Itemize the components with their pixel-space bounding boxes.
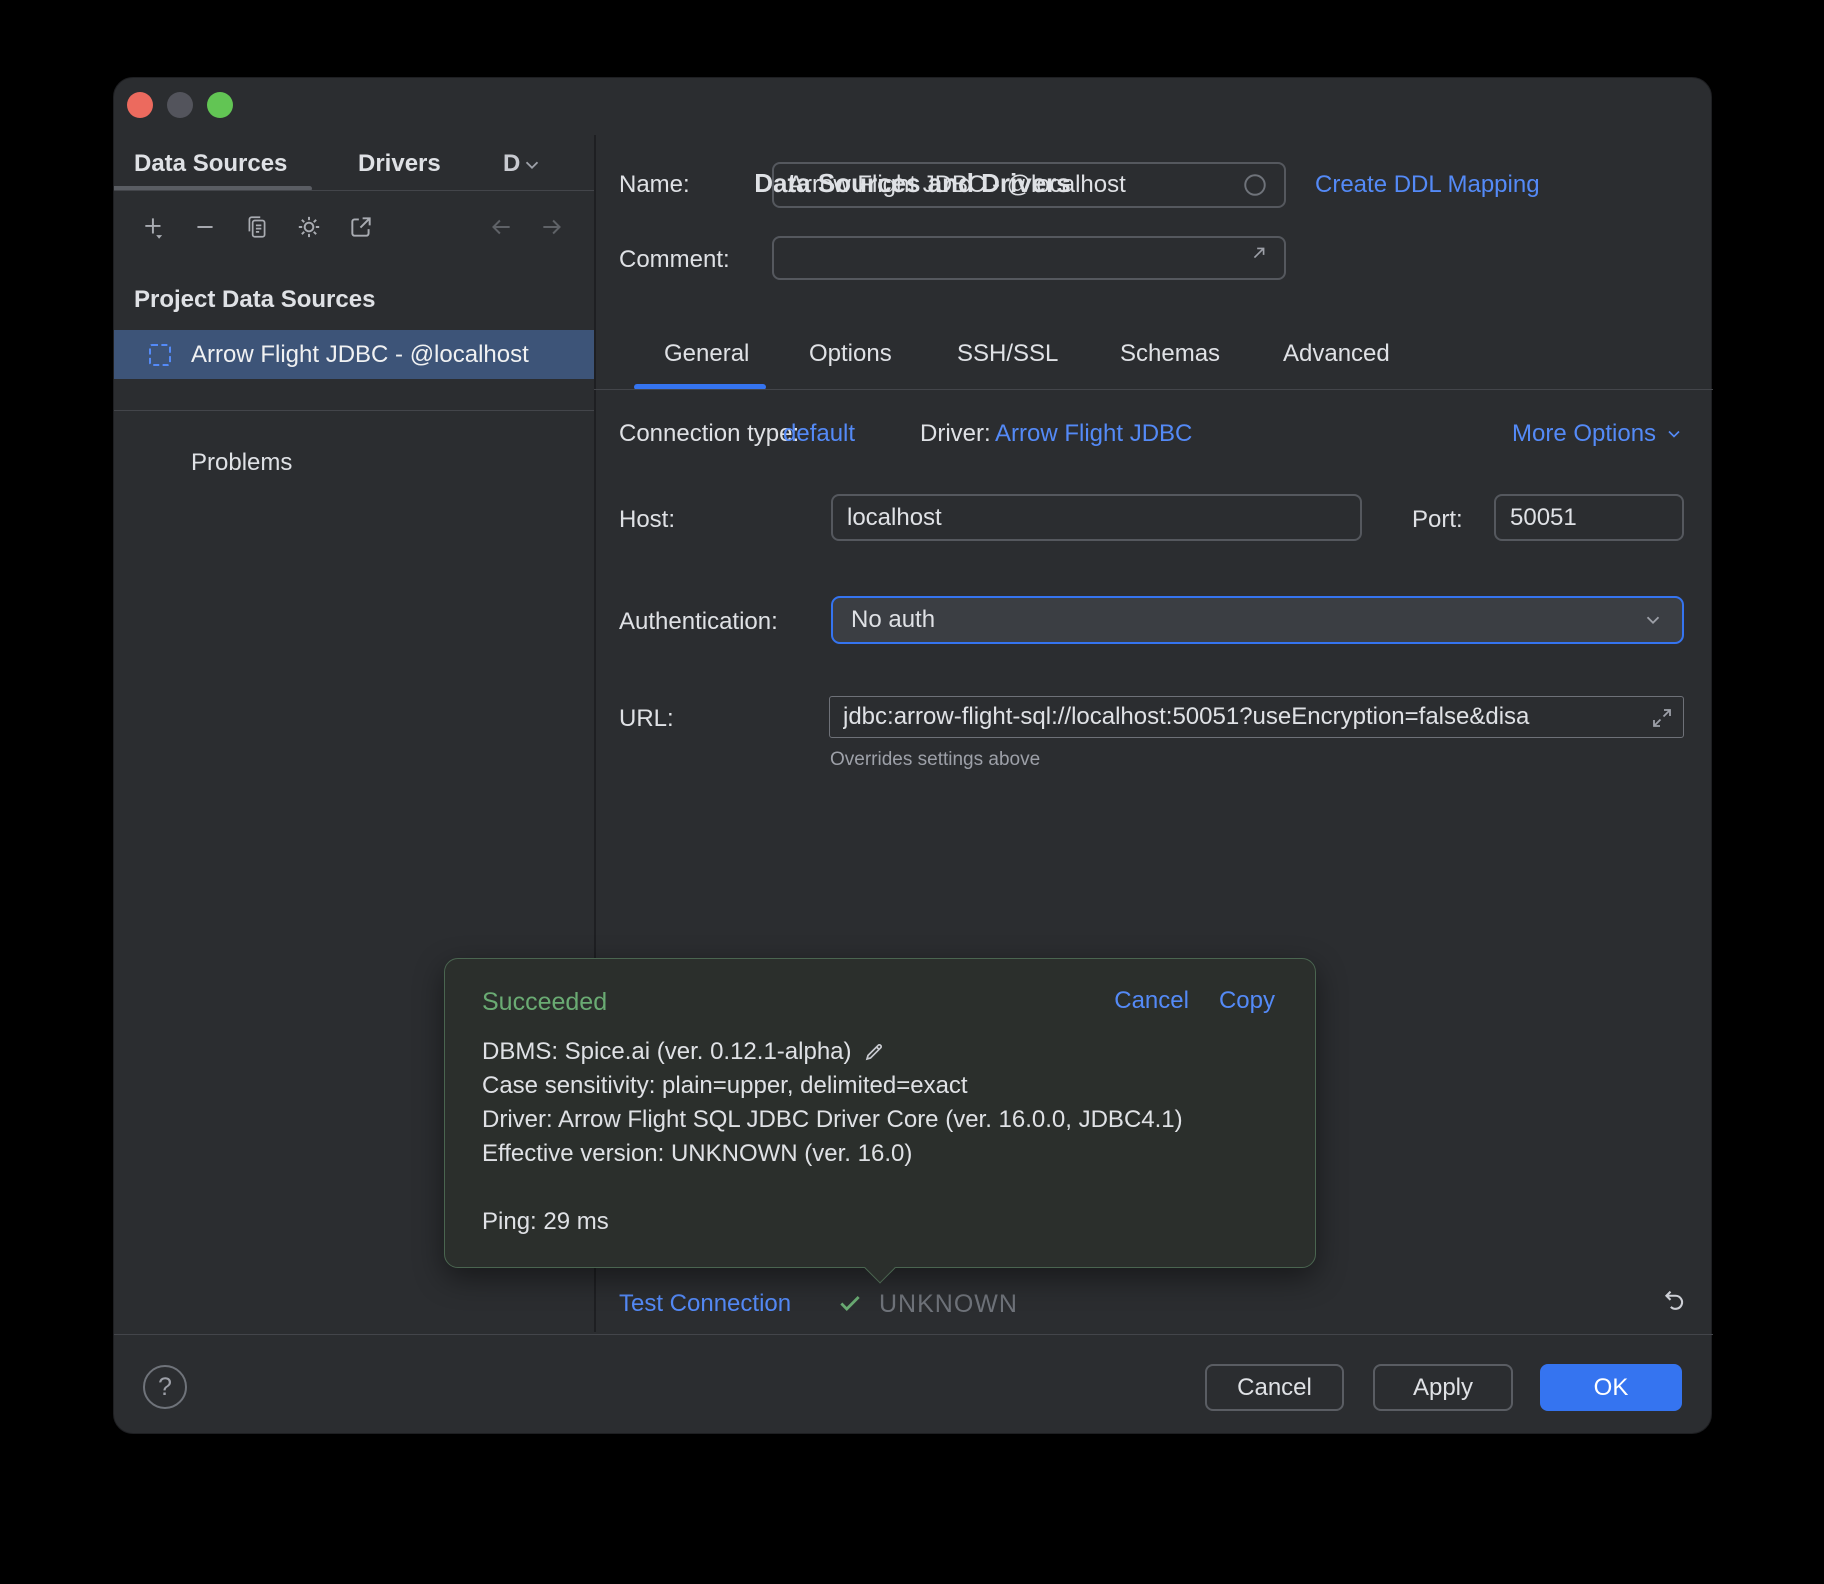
gear-icon[interactable] [296,214,322,240]
undo-icon[interactable] [1660,1287,1688,1315]
connection-type-label: Connection type: [619,420,799,448]
data-source-list-item[interactable]: Arrow Flight JDBC - @localhost [114,330,594,379]
port-label: Port: [1412,506,1463,534]
host-input[interactable] [831,494,1362,541]
name-input[interactable] [772,162,1286,208]
tab-data-sources[interactable]: Data Sources [134,150,287,178]
more-options-label: More Options [1512,420,1656,448]
driver-value-link[interactable]: Arrow Flight JDBC [995,420,1192,448]
sidebar-separator [114,410,594,411]
host-label: Host: [619,506,675,534]
name-label: Name: [619,171,690,199]
tab-overflow-truncated[interactable]: D [503,150,520,178]
create-ddl-mapping-link[interactable]: Create DDL Mapping [1315,171,1540,199]
authentication-value: No auth [851,606,935,634]
url-label: URL: [619,705,674,733]
popup-pointer [864,1252,895,1283]
cancel-button[interactable]: Cancel [1205,1364,1344,1411]
data-sources-dialog: Data Sources and Drivers Data Sources Dr… [113,77,1712,1434]
test-connection-result-popup: Succeeded Cancel Copy DBMS: Spice.ai (ve… [444,958,1316,1268]
chevron-down-icon [1664,424,1684,444]
sidebar-item-problems[interactable]: Problems [191,449,292,477]
help-button[interactable]: ? [143,1365,187,1409]
name-status-circle-icon [1242,172,1268,198]
edit-pencil-icon[interactable] [862,1040,886,1064]
test-connection-link[interactable]: Test Connection [619,1290,791,1318]
tabbar-line [594,389,1713,390]
minimize-window-button[interactable] [167,92,193,118]
expand-url-editor-icon[interactable] [1650,706,1674,730]
authentication-label: Authentication: [619,608,778,636]
status-badge: Succeeded [482,988,607,1017]
remove-icon[interactable] [192,214,218,240]
tab-options[interactable]: Options [809,340,892,368]
project-data-sources-heading: Project Data Sources [134,286,375,314]
tab-general[interactable]: General [664,340,749,368]
driver-info-line: Driver: Arrow Flight SQL JDBC Driver Cor… [482,1106,1183,1134]
forward-arrow-icon[interactable] [539,214,565,240]
zoom-window-button[interactable] [207,92,233,118]
expand-editor-icon[interactable] [1248,242,1270,264]
add-icon[interactable] [141,214,167,240]
open-in-window-icon[interactable] [348,214,374,240]
dbms-info-line: DBMS: Spice.ai (ver. 0.12.1-alpha) [482,1038,852,1066]
popup-cancel-link[interactable]: Cancel [1114,987,1189,1015]
success-check-icon [837,1290,863,1316]
comment-label: Comment: [619,246,730,274]
back-arrow-icon[interactable] [488,214,514,240]
tab-drivers[interactable]: Drivers [358,150,441,178]
data-source-name: Arrow Flight JDBC - @localhost [191,341,529,369]
driver-label: Driver: [920,420,991,448]
url-hint-text: Overrides settings above [830,749,1040,771]
connection-type-value-link[interactable]: default [783,420,855,448]
ok-button[interactable]: OK [1540,1364,1682,1411]
effective-version-line: Effective version: UNKNOWN (ver. 16.0) [482,1140,912,1168]
authentication-select[interactable]: No auth [831,596,1684,644]
more-options-link[interactable]: More Options [1512,420,1684,448]
chevron-down-icon [1642,609,1664,631]
comment-input[interactable] [772,236,1286,280]
footer-separator [114,1334,1713,1335]
data-source-icon [149,344,171,366]
apply-button[interactable]: Apply [1373,1364,1513,1411]
tab-ssh-ssl[interactable]: SSH/SSL [957,340,1058,368]
window-controls [127,92,233,118]
tab-advanced[interactable]: Advanced [1283,340,1390,368]
sidebar-tabbar-line [114,190,594,191]
case-sensitivity-line: Case sensitivity: plain=upper, delimited… [482,1072,968,1100]
connection-status-text: UNKNOWN [879,1290,1018,1319]
url-input[interactable] [829,696,1684,738]
port-input[interactable] [1494,494,1684,541]
tab-schemas[interactable]: Schemas [1120,340,1220,368]
close-window-button[interactable] [127,92,153,118]
ping-line: Ping: 29 ms [482,1208,609,1236]
popup-copy-link[interactable]: Copy [1219,987,1275,1015]
duplicate-icon[interactable] [244,214,270,240]
chevron-down-icon[interactable] [521,154,543,176]
